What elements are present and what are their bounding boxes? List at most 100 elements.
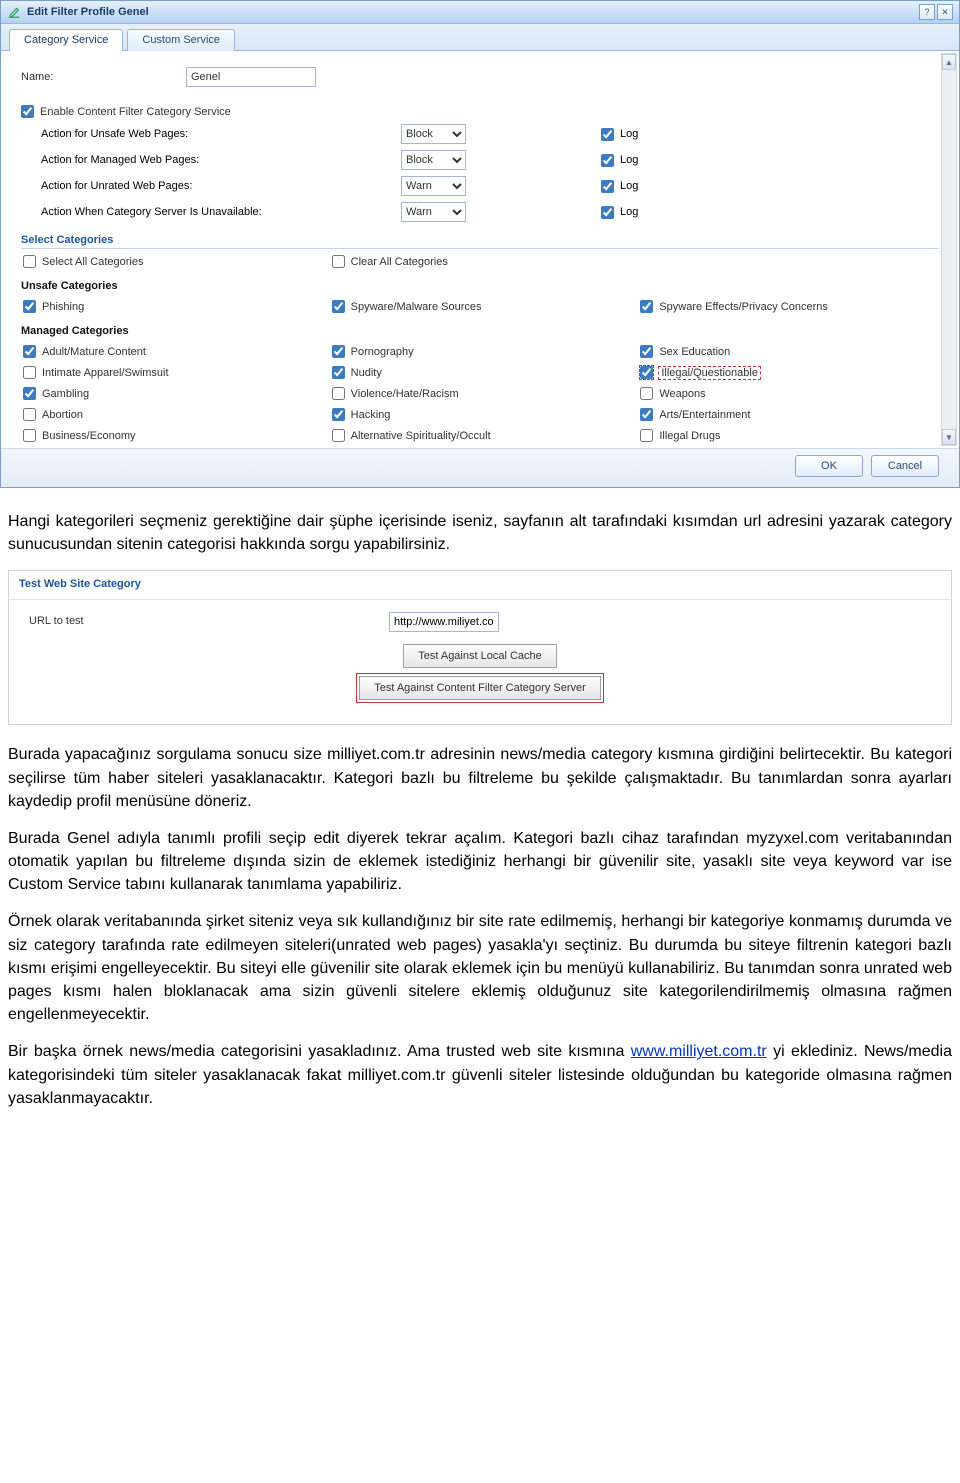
tab-custom-service[interactable]: Custom Service xyxy=(127,29,235,51)
cb-spyware-effects[interactable] xyxy=(640,300,653,313)
ok-button[interactable]: OK xyxy=(795,455,863,477)
test-panel-body: URL to test Test Against Local Cache Tes… xyxy=(9,600,951,724)
cb-pornography[interactable] xyxy=(332,345,345,358)
clear-all-label: Clear All Categories xyxy=(351,256,448,268)
cb-sex-ed[interactable] xyxy=(640,345,653,358)
title-left: Edit Filter Profile Genel xyxy=(7,5,149,19)
tab-category-service[interactable]: Category Service xyxy=(9,29,123,51)
test-local-cache-button[interactable]: Test Against Local Cache xyxy=(403,644,557,668)
cb-business[interactable] xyxy=(23,429,36,442)
action-unsafe-log-label: Log xyxy=(620,128,638,140)
lbl-business: Business/Economy xyxy=(42,430,136,442)
test-category-server-button[interactable]: Test Against Content Filter Category Ser… xyxy=(359,676,601,700)
enable-label: Enable Content Filter Category Service xyxy=(40,106,231,118)
lbl-hacking: Hacking xyxy=(351,409,391,421)
cb-illegal-drugs[interactable] xyxy=(640,429,653,442)
select-clear-row: Select All Categories Clear All Categori… xyxy=(23,255,939,268)
lbl-intimate: Intimate Apparel/Swimsuit xyxy=(42,367,169,379)
paragraph-5: Bir başka örnek news/media categorisini … xyxy=(8,1040,952,1110)
p5-text-a: Bir başka örnek news/media categorisini … xyxy=(8,1043,631,1060)
unsafe-categories-head: Unsafe Categories xyxy=(21,280,939,294)
action-unrated-log-cb[interactable] xyxy=(601,180,614,193)
cb-intimate[interactable] xyxy=(23,366,36,379)
action-unsafe-row: Action for Unsafe Web Pages: Block Log xyxy=(41,124,939,144)
enable-checkbox[interactable] xyxy=(21,105,34,118)
edit-icon xyxy=(7,5,21,19)
cb-weapons[interactable] xyxy=(640,387,653,400)
cancel-button[interactable]: Cancel xyxy=(871,455,939,477)
action-unrated-select[interactable]: Warn xyxy=(401,176,466,196)
action-unrated-label: Action for Unrated Web Pages: xyxy=(41,180,401,192)
vertical-scrollbar[interactable]: ▲ ▼ xyxy=(941,53,957,446)
cb-alt-spirit[interactable] xyxy=(332,429,345,442)
cb-spyware-sources[interactable] xyxy=(332,300,345,313)
action-unrated-log-label: Log xyxy=(620,180,638,192)
managed-grid: Adult/Mature Content Pornography Sex Edu… xyxy=(23,345,939,442)
scroll-up-icon[interactable]: ▲ xyxy=(942,54,956,70)
lbl-sex-ed: Sex Education xyxy=(659,346,730,358)
action-managed-select[interactable]: Block xyxy=(401,150,466,170)
cb-phishing[interactable] xyxy=(23,300,36,313)
milliyet-link[interactable]: www.milliyet.com.tr xyxy=(631,1043,767,1060)
paragraph-4: Örnek olarak veritabanında şirket siteni… xyxy=(8,910,952,1026)
cb-nudity[interactable] xyxy=(332,366,345,379)
dialog-title: Edit Filter Profile Genel xyxy=(27,6,149,18)
cb-violence[interactable] xyxy=(332,387,345,400)
cb-hacking[interactable] xyxy=(332,408,345,421)
name-input[interactable] xyxy=(186,67,316,87)
cb-illegal-q[interactable] xyxy=(640,366,653,379)
clear-all-cb[interactable] xyxy=(332,255,345,268)
lbl-weapons: Weapons xyxy=(659,388,705,400)
lbl-abortion: Abortion xyxy=(42,409,83,421)
lbl-spyware-sources: Spyware/Malware Sources xyxy=(351,301,482,313)
lbl-violence: Violence/Hate/Racism xyxy=(351,388,459,400)
action-unavailable-label: Action When Category Server Is Unavailab… xyxy=(41,206,401,218)
dialog-body: Name: Enable Content Filter Category Ser… xyxy=(1,51,959,448)
action-unsafe-select[interactable]: Block xyxy=(401,124,466,144)
name-row: Name: xyxy=(21,67,939,87)
lbl-phishing: Phishing xyxy=(42,301,84,313)
lbl-illegal-drugs: Illegal Drugs xyxy=(659,430,720,442)
paragraph-3: Burada Genel adıyla tanımlı profili seçi… xyxy=(8,827,952,897)
action-grid: Action for Unsafe Web Pages: Block Log A… xyxy=(41,124,939,222)
action-unsafe-label: Action for Unsafe Web Pages: xyxy=(41,128,401,140)
lbl-adult: Adult/Mature Content xyxy=(42,346,146,358)
document-body: Hangi kategorileri seçmeniz gerektiğine … xyxy=(0,500,960,1148)
action-unavailable-select[interactable]: Warn xyxy=(401,202,466,222)
action-unavailable-row: Action When Category Server Is Unavailab… xyxy=(41,202,939,222)
lbl-gambling: Gambling xyxy=(42,388,89,400)
paragraph-1: Hangi kategorileri seçmeniz gerektiğine … xyxy=(8,510,952,556)
close-button[interactable]: ✕ xyxy=(937,4,953,20)
titlebar-icons: ? ✕ xyxy=(919,4,953,20)
action-managed-log-cb[interactable] xyxy=(601,154,614,167)
action-unavailable-log-cb[interactable] xyxy=(601,206,614,219)
url-to-test-label: URL to test xyxy=(29,614,389,630)
lbl-arts: Arts/Entertainment xyxy=(659,409,750,421)
lbl-pornography: Pornography xyxy=(351,346,414,358)
url-to-test-input[interactable] xyxy=(389,612,499,632)
cb-arts[interactable] xyxy=(640,408,653,421)
enable-row: Enable Content Filter Category Service xyxy=(21,105,939,118)
select-categories-head: Select Categories xyxy=(21,234,939,249)
lbl-nudity: Nudity xyxy=(351,367,382,379)
scroll-down-icon[interactable]: ▼ xyxy=(942,429,956,445)
unsafe-grid: Phishing Spyware/Malware Sources Spyware… xyxy=(23,300,939,313)
action-unsafe-log-cb[interactable] xyxy=(601,128,614,141)
lbl-alt-spirit: Alternative Spirituality/Occult xyxy=(351,430,491,442)
dialog-titlebar: Edit Filter Profile Genel ? ✕ xyxy=(1,1,959,24)
select-all-cb[interactable] xyxy=(23,255,36,268)
help-button[interactable]: ? xyxy=(919,4,935,20)
edit-filter-profile-dialog: Edit Filter Profile Genel ? ✕ Category S… xyxy=(0,0,960,488)
action-managed-label: Action for Managed Web Pages: xyxy=(41,154,401,166)
tab-strip: Category Service Custom Service xyxy=(1,24,959,51)
managed-categories-head: Managed Categories xyxy=(21,325,939,339)
lbl-spyware-effects: Spyware Effects/Privacy Concerns xyxy=(659,301,828,313)
action-managed-row: Action for Managed Web Pages: Block Log xyxy=(41,150,939,170)
url-to-test-row: URL to test xyxy=(29,612,931,632)
paragraph-2: Burada yapacağınız sorgulama sonucu size… xyxy=(8,743,952,813)
name-label: Name: xyxy=(21,71,186,83)
cb-abortion[interactable] xyxy=(23,408,36,421)
cb-adult[interactable] xyxy=(23,345,36,358)
test-website-panel: Test Web Site Category URL to test Test … xyxy=(8,570,952,725)
cb-gambling[interactable] xyxy=(23,387,36,400)
